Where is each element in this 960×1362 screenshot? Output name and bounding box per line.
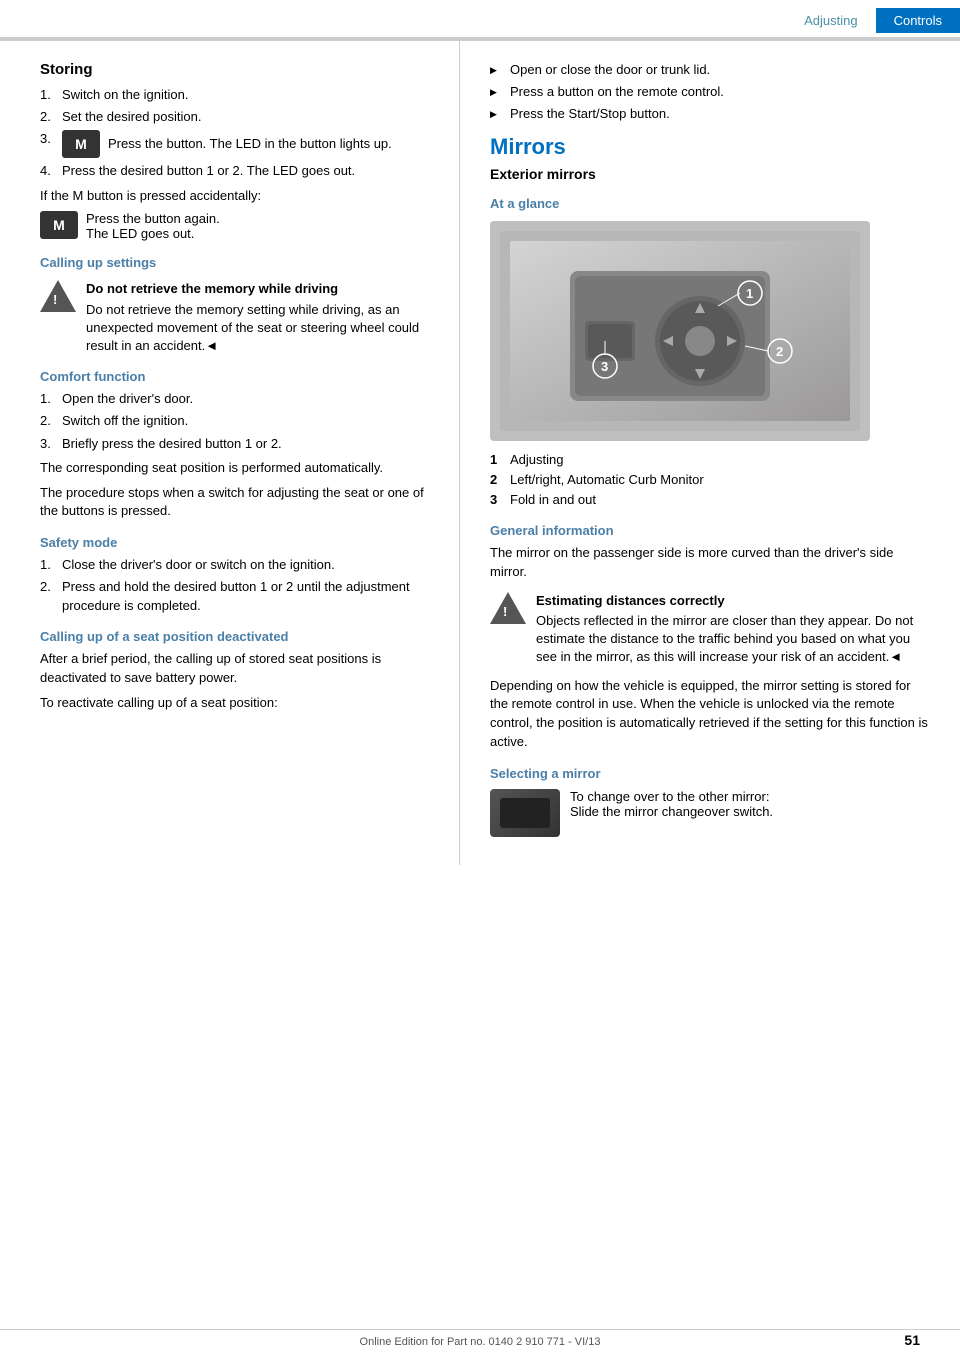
warning-triangle-icon	[40, 280, 76, 312]
general-para: The mirror on the passenger side is more…	[490, 544, 930, 582]
footer-text: Online Edition for Part no. 0140 2 910 7…	[360, 1336, 601, 1348]
storing-steps: 1. Switch on the ignition. 2. Set the de…	[40, 86, 439, 181]
warning-text: Do not retrieve the memory while driving…	[86, 280, 439, 355]
page-number: 51	[904, 1332, 920, 1348]
bullet-2: Press a button on the remote control.	[490, 83, 930, 101]
mirror-diagram: 1 2 3	[490, 221, 870, 441]
m-instruction-1: Press the button again.	[86, 211, 220, 226]
mirror-warning-icon	[490, 592, 526, 624]
mirrors-section: Mirrors Exterior mirrors At a glance	[490, 134, 930, 837]
safety-steps: 1. Close the driver's door or switch on …	[40, 556, 439, 615]
storing-step-4: 4. Press the desired button 1 or 2. The …	[40, 162, 439, 180]
storing-title: Storing	[40, 61, 439, 78]
safety-step-2: 2. Press and hold the desired button 1 o…	[40, 578, 439, 614]
diagram-label-1: 1 Adjusting	[490, 451, 930, 469]
comfort-step-2: 2. Switch off the ignition.	[40, 412, 439, 430]
m-button-2-icon: M	[40, 211, 78, 239]
tab-controls[interactable]: Controls	[876, 8, 960, 33]
comfort-para2: The procedure stops when a switch for ad…	[40, 484, 439, 522]
bullet-1: Open or close the door or trunk lid.	[490, 61, 930, 79]
comfort-para1: The corresponding seat position is perfo…	[40, 459, 439, 478]
tab-adjusting[interactable]: Adjusting	[786, 8, 875, 33]
diagram-label-2: 2 Left/right, Automatic Curb Monitor	[490, 471, 930, 489]
calling-up-deactivated-title: Calling up of a seat position deactivate…	[40, 629, 439, 644]
bullet-3: Press the Start/Stop button.	[490, 105, 930, 123]
calling-up-deactivated-section: Calling up of a seat position deactivate…	[40, 629, 439, 713]
warning-line2: Do not retrieve the memory setting while…	[86, 301, 439, 356]
at-a-glance-title: At a glance	[490, 196, 930, 211]
footer: Online Edition for Part no. 0140 2 910 7…	[0, 1329, 960, 1348]
deactivated-para2: To reactivate calling up of a seat posit…	[40, 694, 439, 713]
calling-up-settings-title: Calling up settings	[40, 255, 439, 270]
m-instruction-2: The LED goes out.	[86, 226, 220, 241]
mirror-warning-para: Objects reflected in the mirror are clos…	[536, 612, 930, 667]
m-instruction-row: M Press the button again. The LED goes o…	[40, 211, 439, 241]
top-bullet-list: Open or close the door or trunk lid. Pre…	[490, 61, 930, 124]
comfort-function-section: Comfort function 1. Open the driver's do…	[40, 369, 439, 521]
mirrors-title: Mirrors	[490, 134, 930, 160]
comfort-steps: 1. Open the driver's door. 2. Switch off…	[40, 390, 439, 453]
storing-step-2: 2. Set the desired position.	[40, 108, 439, 126]
comfort-step-1: 1. Open the driver's door.	[40, 390, 439, 408]
exterior-mirrors-title: Exterior mirrors	[490, 166, 930, 182]
mirror-warning-title: Estimating distances correctly	[536, 592, 930, 610]
mirror-warning-text: Estimating distances correctly Objects r…	[536, 592, 930, 667]
mirror-switch-image	[490, 789, 560, 837]
selecting-line1: To change over to the other mirror:	[570, 789, 773, 804]
general-info-title: General information	[490, 523, 930, 538]
header-tabs: Adjusting Controls	[786, 8, 960, 33]
calling-up-settings-section: Calling up settings Do not retrieve the …	[40, 255, 439, 355]
warning-box: Do not retrieve the memory while driving…	[40, 280, 439, 355]
m-button-icon: M	[62, 130, 100, 158]
warning-line1: Do not retrieve the memory while driving	[86, 280, 439, 298]
selecting-mirror-title: Selecting a mirror	[490, 766, 930, 781]
safety-step-1: 1. Close the driver's door or switch on …	[40, 556, 439, 574]
mirror-switch-inner	[500, 798, 550, 828]
storing-step-1: 1. Switch on the ignition.	[40, 86, 439, 104]
if-m-pressed-text: If the M button is pressed accidentally:	[40, 187, 439, 206]
selecting-line2: Slide the mirror changeover switch.	[570, 804, 773, 819]
page-header: Adjusting Controls	[0, 0, 960, 39]
storing-step-3: 3. M Press the button. The LED in the bu…	[40, 130, 439, 158]
safety-mode-title: Safety mode	[40, 535, 439, 550]
left-column: Storing 1. Switch on the ignition. 2. Se…	[0, 41, 460, 865]
comfort-function-title: Comfort function	[40, 369, 439, 384]
selecting-row: To change over to the other mirror: Slid…	[490, 789, 930, 837]
storing-section: Storing 1. Switch on the ignition. 2. Se…	[40, 61, 439, 241]
svg-text:3: 3	[601, 359, 608, 374]
mirror-warning-box: Estimating distances correctly Objects r…	[490, 592, 930, 667]
general-para2: Depending on how the vehicle is equipped…	[490, 677, 930, 752]
diagram-label-3: 3 Fold in and out	[490, 491, 930, 509]
deactivated-para1: After a brief period, the calling up of …	[40, 650, 439, 688]
comfort-step-3: 3. Briefly press the desired button 1 or…	[40, 435, 439, 453]
main-content: Storing 1. Switch on the ignition. 2. Se…	[0, 41, 960, 865]
diagram-labels: 1 Adjusting 2 Left/right, Automatic Curb…	[490, 451, 930, 510]
safety-mode-section: Safety mode 1. Close the driver's door o…	[40, 535, 439, 615]
svg-text:1: 1	[746, 286, 753, 301]
svg-text:2: 2	[776, 344, 783, 359]
mirror-diagram-svg: 1 2 3	[490, 221, 870, 441]
right-column: Open or close the door or trunk lid. Pre…	[460, 41, 960, 865]
